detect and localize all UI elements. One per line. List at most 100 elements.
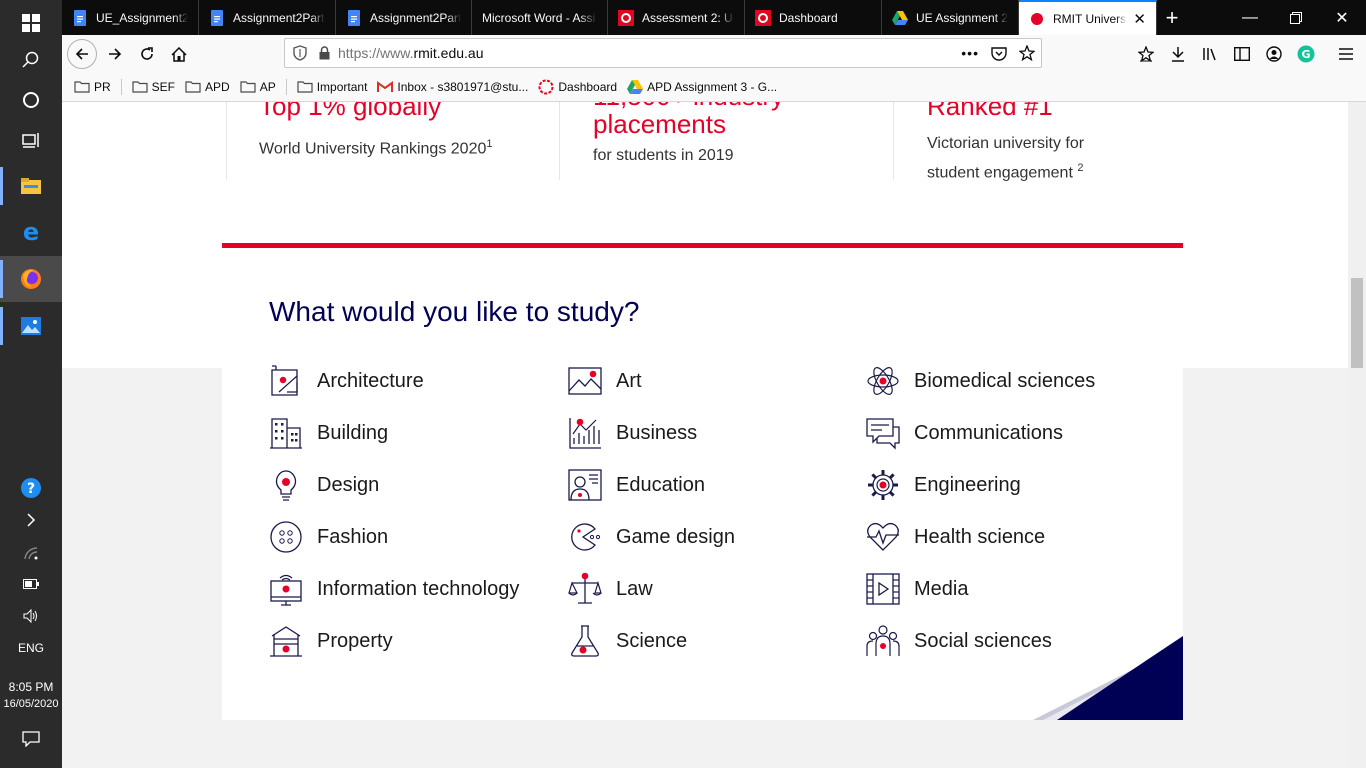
bookmark-star-icon[interactable]	[1019, 45, 1035, 61]
study-link-science[interactable]: Science	[568, 623, 687, 659]
back-button[interactable]	[67, 39, 97, 69]
pocket-icon[interactable]	[991, 46, 1007, 61]
url-bar[interactable]: https://www.rmit.edu.au •••	[284, 38, 1042, 68]
reading-list-icon[interactable]	[1131, 39, 1161, 69]
url-text[interactable]: https://www.rmit.edu.au	[338, 45, 484, 61]
clock-date[interactable]: 16/05/2020	[0, 696, 62, 712]
restore-button[interactable]	[1273, 0, 1319, 35]
clock-time[interactable]: 8:05 PM	[0, 679, 62, 695]
bookmark-folder[interactable]: APD	[185, 80, 230, 94]
bookmark-label: AP	[259, 79, 276, 94]
study-link-label: Health science	[914, 525, 1046, 548]
study-link-building[interactable]: Building	[269, 415, 388, 451]
scrollbar-thumb[interactable]	[1351, 278, 1363, 368]
study-link-label: Engineering	[914, 473, 1021, 496]
page-actions-icon[interactable]: •••	[961, 45, 979, 61]
footnote-ref[interactable]: 1	[486, 138, 492, 150]
firefox-icon[interactable]	[0, 256, 62, 302]
bookmark-folder[interactable]: SEF	[132, 80, 175, 94]
study-link-law[interactable]: Law	[568, 571, 653, 607]
study-link-label: Education	[616, 473, 705, 496]
home-button[interactable]	[164, 39, 194, 69]
study-link-label: Architecture	[317, 369, 424, 392]
teacher-icon	[568, 468, 602, 502]
file-explorer-icon[interactable]	[0, 163, 62, 209]
study-link-education[interactable]: Education	[568, 467, 705, 503]
browser-tab[interactable]: Assessment 2: Use	[608, 0, 745, 35]
study-link-art[interactable]: Art	[568, 363, 642, 399]
building-icon	[269, 416, 303, 450]
study-link-game-design[interactable]: Game design	[568, 519, 735, 555]
gmail-icon	[377, 80, 394, 93]
footnote-ref[interactable]: 2	[1077, 162, 1083, 174]
browser-tab[interactable]: Microsoft Word - Assi	[472, 0, 608, 35]
reload-button[interactable]	[132, 39, 162, 69]
study-link-fashion[interactable]: Fashion	[269, 519, 388, 555]
bookmark-folder[interactable]: PR	[74, 80, 111, 94]
study-link-biomedical-sciences[interactable]: Biomedical sciences	[866, 363, 1095, 399]
study-link-media[interactable]: Media	[866, 571, 968, 607]
tracking-shield-icon[interactable]	[293, 45, 307, 61]
lock-icon[interactable]	[319, 46, 330, 60]
svg-text:e: e	[23, 221, 39, 243]
grammarly-icon[interactable]: G	[1291, 39, 1321, 69]
language-indicator[interactable]: ENG	[0, 640, 62, 656]
bookmark-label: SEF	[151, 79, 176, 94]
study-link-social-sciences[interactable]: Social sciences	[866, 623, 1052, 659]
browser-tab-active[interactable]: RMIT Universit ✕	[1019, 0, 1157, 35]
study-link-communications[interactable]: Communications	[866, 415, 1063, 451]
stat-text-body: Victorian university for student engagem…	[927, 135, 1085, 182]
study-link-information-technology[interactable]: Information technology	[269, 571, 519, 607]
menu-icon[interactable]	[1331, 39, 1361, 69]
canvas-icon	[618, 9, 634, 26]
study-link-engineering[interactable]: Engineering	[866, 467, 1021, 503]
action-center-icon[interactable]	[0, 716, 62, 762]
bookmark-link[interactable]: Inbox - s3801971@stu...	[377, 80, 528, 94]
canvas-icon	[755, 9, 771, 26]
google-drive-icon	[892, 10, 908, 26]
scales-icon	[568, 572, 602, 606]
windows-taskbar: e ? ENG 8:05 PM 16/05/2020	[0, 0, 62, 768]
new-tab-button[interactable]: +	[1152, 0, 1192, 35]
study-link-business[interactable]: Business	[568, 415, 697, 451]
bookmark-link[interactable]: APD Assignment 3 - G...	[627, 79, 777, 94]
forward-button[interactable]	[100, 39, 130, 69]
section-title: What would you like to study?	[269, 296, 640, 327]
study-link-label: Biomedical sciences	[914, 369, 1096, 392]
browser-tab[interactable]: Assignment2Part2	[199, 0, 336, 35]
bookmark-label: APD	[205, 79, 230, 94]
browser-tab[interactable]: UE Assignment 2	[882, 0, 1019, 35]
stat-headline: 11,500+ industry placements	[593, 102, 784, 139]
study-link-property[interactable]: Property	[269, 623, 393, 659]
task-view-icon[interactable]	[0, 117, 62, 163]
browser-tab[interactable]: Dashboard	[745, 0, 882, 35]
close-tab-icon[interactable]: ✕	[1133, 10, 1146, 28]
tab-title: Assessment 2: Use	[642, 10, 734, 25]
volume-icon[interactable]	[0, 593, 62, 639]
stat-text: for students in 2019	[593, 147, 734, 164]
bookmark-folder[interactable]: Important	[297, 79, 368, 94]
downloads-icon[interactable]	[1163, 39, 1193, 69]
bookmark-label: Important	[316, 79, 368, 94]
minimize-button[interactable]: —	[1227, 0, 1273, 35]
blueprint-icon	[269, 364, 303, 398]
photos-icon[interactable]	[0, 303, 62, 349]
library-icon[interactable]	[1195, 39, 1225, 69]
stat-text: Victorian university for student engagem…	[927, 132, 1117, 185]
folder-icon	[240, 80, 256, 93]
study-link-design[interactable]: Design	[269, 467, 379, 503]
browser-tab[interactable]: Assignment2Part2	[336, 0, 472, 35]
study-link-health-science[interactable]: Health science	[866, 519, 1045, 555]
edge-icon[interactable]: e	[0, 209, 62, 255]
study-areas-card: What would you like to study? Architectu…	[222, 243, 1183, 720]
stat-headline: Ranked #1	[927, 102, 1053, 121]
scrollbar-track[interactable]	[1348, 102, 1366, 768]
sidebar-icon[interactable]	[1227, 39, 1257, 69]
bookmark-folder[interactable]: AP	[240, 80, 276, 94]
account-icon[interactable]	[1259, 39, 1289, 69]
browser-tab[interactable]: UE_Assignment2_	[62, 0, 199, 35]
study-link-architecture[interactable]: Architecture	[269, 363, 424, 399]
bookmark-link[interactable]: Dashboard	[538, 79, 617, 95]
close-window-button[interactable]: ✕	[1319, 0, 1365, 35]
computer-icon	[269, 572, 303, 606]
